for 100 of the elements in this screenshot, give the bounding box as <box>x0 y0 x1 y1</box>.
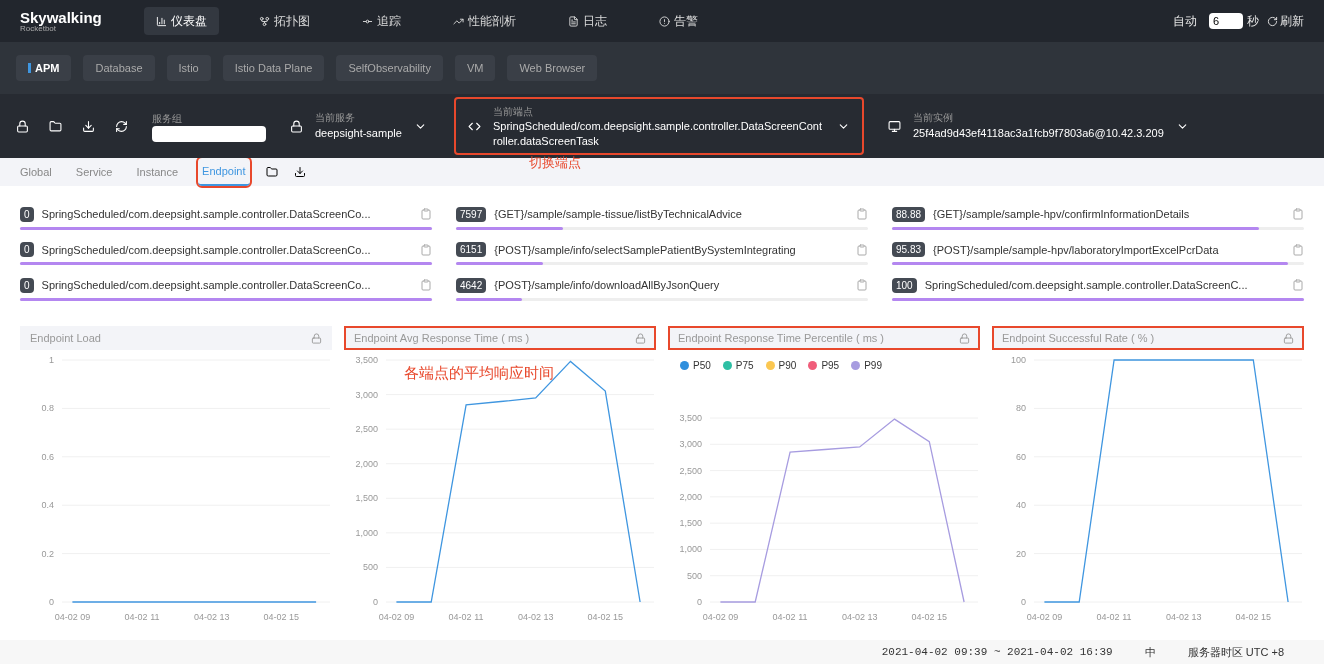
annotation-text: 各端点的平均响应时间 <box>404 363 554 383</box>
field-label: 当前端点 <box>493 104 534 119</box>
x-tick-label: 04-02 11 <box>1096 612 1132 622</box>
y-tick-label: 500 <box>686 570 702 581</box>
y-tick-label: 3,500 <box>355 355 378 365</box>
group-tab[interactable]: Istio Data Plane <box>222 55 325 81</box>
y-tick-label: 0.8 <box>41 403 54 414</box>
x-tick-label: 04-02 09 <box>1026 612 1063 622</box>
instance-value: 25f4ad9d43ef4118ac3a1fcb9f7803a6@10.42.3.209 <box>913 126 1164 142</box>
x-tick-label: 04-02 13 <box>517 612 554 622</box>
nav-tab[interactable]: 性能剖析 <box>441 7 528 35</box>
y-tick-label: 40 <box>1016 500 1026 511</box>
service-value: deepsight-sample <box>315 126 402 142</box>
x-tick-label: 04-02 09 <box>54 612 91 622</box>
group-tab[interactable]: Database <box>83 55 155 81</box>
field-label: 当前实例 <box>913 111 954 126</box>
y-tick-label: 1,000 <box>679 544 702 555</box>
time-range: 2021-04-02 09:39 ~ 2021-04-02 16:39 <box>881 644 1113 660</box>
x-tick-label: 04-02 13 <box>193 612 230 622</box>
group-tab[interactable]: VM <box>454 55 496 81</box>
endpoint-name: SpringScheduled/com.deepsight.sample.controller.DataScreenCo... <box>41 207 371 222</box>
chart-title: Endpoint Load <box>30 330 101 346</box>
endpoint-name: {POST}/sample/info/selectSamplePatientBySystemIntegrating <box>494 242 796 258</box>
x-tick-label: 04-02 13 <box>1165 612 1202 622</box>
y-tick-label: 0 <box>49 597 54 607</box>
value-badge: 7597 <box>456 206 487 222</box>
interval-field[interactable]: 6 <box>1209 13 1243 29</box>
clipboard-icon <box>856 279 868 292</box>
refresh-button[interactable]: 刷新 <box>1267 12 1304 30</box>
auto-label: 自动 <box>1173 13 1197 30</box>
value-badge: 0 <box>20 277 34 293</box>
bar-chart-icon <box>156 15 167 27</box>
value-badge: 0 <box>20 242 34 258</box>
annotation-text: 切换端点 <box>529 154 581 172</box>
y-tick-label: 20 <box>1016 548 1026 559</box>
lock-icon <box>959 332 970 344</box>
value-badge: 100 <box>892 277 917 293</box>
graph-icon <box>259 15 270 27</box>
chart-title: Endpoint Successful Rate ( % ) <box>1002 330 1155 346</box>
group-tab[interactable]: Istio <box>166 55 211 81</box>
x-tick-label: 04-02 15 <box>263 612 300 622</box>
x-tick-label: 04-02 15 <box>587 612 624 622</box>
nav-tab[interactable]: 告警 <box>647 7 710 35</box>
endpoint-name: SpringScheduled/com.deepsight.sample.controller.DataScreenCo... <box>41 242 371 258</box>
y-tick-label: 0 <box>373 597 378 607</box>
value-badge: 95.83 <box>892 242 926 258</box>
y-tick-label: 3,000 <box>679 439 702 450</box>
y-tick-label: 100 <box>1010 355 1026 365</box>
download-icon <box>82 119 95 133</box>
field-label: 服务组 <box>152 111 183 126</box>
y-tick-label: 1,500 <box>679 518 702 529</box>
alert-icon <box>659 15 670 27</box>
nav-tab[interactable]: 日志 <box>556 7 619 35</box>
x-tick-label: 04-02 09 <box>378 612 415 622</box>
x-tick-label: 04-02 13 <box>841 612 878 622</box>
y-tick-label: 500 <box>362 562 378 573</box>
x-tick-label: 04-02 11 <box>124 612 160 622</box>
value-badge: 4642 <box>456 277 487 293</box>
y-tick-label: 2,000 <box>679 491 702 502</box>
y-tick-label: 60 <box>1016 451 1026 462</box>
group-tab[interactable]: APM <box>16 55 72 81</box>
endpoint-selector[interactable]: 当前端点 SpringScheduled/com.deepsight.sample.controller.DataScreenController.dataScreenTask <box>454 97 864 155</box>
clipboard-icon <box>420 243 432 256</box>
y-tick-label: 3,500 <box>679 413 702 423</box>
nav-tab[interactable]: 拓扑图 <box>247 7 322 35</box>
y-tick-label: 1,500 <box>355 493 378 504</box>
clipboard-icon <box>856 243 868 256</box>
x-tick-label: 04-02 11 <box>772 612 808 622</box>
download-icon <box>293 166 306 178</box>
legend-label: P75 <box>735 359 754 373</box>
x-tick-label: 04-02 15 <box>1235 612 1272 622</box>
clipboard-icon <box>856 208 868 221</box>
value-badge: 88.88 <box>892 206 926 222</box>
nav-tab[interactable]: 追踪 <box>350 7 413 35</box>
folder-icon <box>49 119 62 133</box>
y-tick-label: 0 <box>697 597 702 607</box>
y-tick-label: 0 <box>1021 597 1026 607</box>
y-tick-label: 0.6 <box>41 451 54 462</box>
x-tick-label: 04-02 11 <box>448 612 484 622</box>
clipboard-icon <box>420 279 432 292</box>
endpoint-name: {GET}/sample/sample-tissue/listByTechnicalAdvice <box>494 207 742 222</box>
y-tick-label: 2,000 <box>355 458 378 469</box>
group-tab[interactable]: Web Browser <box>507 55 598 81</box>
clipboard-icon <box>1292 279 1304 292</box>
y-tick-label: 1 <box>49 355 54 365</box>
logo-text: Skywalking <box>20 9 103 25</box>
service-group-field[interactable] <box>152 125 266 142</box>
group-tab[interactable]: SelfObservability <box>336 55 443 81</box>
monitor-icon <box>888 119 901 133</box>
language-toggle[interactable]: 中 <box>1144 643 1156 661</box>
document-icon <box>568 15 579 27</box>
lock-icon <box>635 332 646 344</box>
nav-tab[interactable]: 仪表盘 <box>144 7 219 35</box>
legend-label: P50 <box>693 359 711 373</box>
clipboard-icon <box>1292 243 1304 256</box>
lock-icon <box>1283 332 1294 344</box>
x-tick-label: 04-02 09 <box>702 612 739 622</box>
endpoint-name: {POST}/sample/sample-hpv/laboratoryImportExcelPcrData <box>933 242 1219 258</box>
folder-icon <box>265 166 278 178</box>
y-tick-label: 80 <box>1016 403 1026 414</box>
